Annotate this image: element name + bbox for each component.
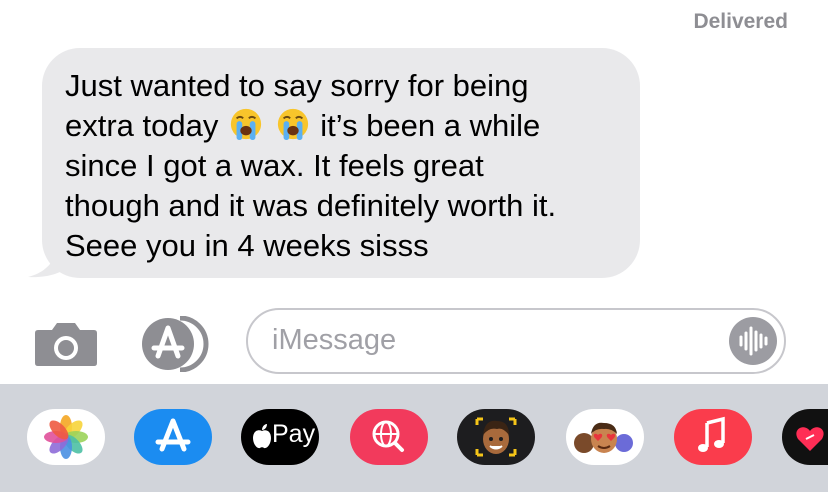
crying-face-emoji-icon	[277, 108, 308, 141]
message-line: Seee you in 4 weeks sisss	[65, 228, 429, 263]
web-search-app-button[interactable]	[350, 409, 428, 465]
crying-face-emoji-icon	[230, 108, 262, 141]
digital-touch-app-button[interactable]	[782, 409, 828, 465]
apple-pay-app-button[interactable]: Pay	[241, 409, 319, 465]
memoji-stickers-app-button[interactable]	[566, 409, 644, 465]
message-input-placeholder: iMessage	[272, 324, 397, 356]
audio-record-button[interactable]	[729, 317, 777, 365]
message-line: Just wanted to say sorry for being	[65, 68, 529, 103]
photos-app-button[interactable]	[27, 409, 105, 465]
message-line: extra today it’s been a while	[65, 106, 620, 146]
music-app-button[interactable]	[674, 409, 752, 465]
message-bubble[interactable]: Just wanted to say sorry for being extra…	[42, 48, 640, 278]
audio-waveform-icon	[739, 326, 768, 356]
memoji-stickers-icon	[574, 422, 633, 453]
message-text: extra today	[65, 108, 219, 143]
message-line: though and it was definitely worth it.	[65, 188, 557, 223]
camera-icon[interactable]	[34, 320, 98, 366]
memoji-app-button[interactable]	[457, 409, 535, 465]
apple-logo-icon	[253, 424, 271, 449]
app-store-icon	[155, 418, 191, 452]
message-input[interactable]: iMessage	[246, 308, 786, 374]
message-text: it’s been a while	[320, 108, 541, 143]
message-line: since I got a wax. It feels great	[65, 148, 484, 183]
delivered-status: Delivered	[693, 10, 788, 33]
apple-pay-label: Pay	[272, 420, 316, 448]
app-drawer: Pay	[0, 384, 828, 492]
photos-icon	[44, 415, 88, 459]
memoji-icon	[475, 417, 517, 457]
app-store-icon[interactable]	[138, 316, 214, 372]
heart-icon	[796, 427, 824, 451]
music-note-icon	[698, 416, 725, 452]
globe-search-icon	[372, 420, 404, 452]
app-store-app-button[interactable]	[134, 409, 212, 465]
